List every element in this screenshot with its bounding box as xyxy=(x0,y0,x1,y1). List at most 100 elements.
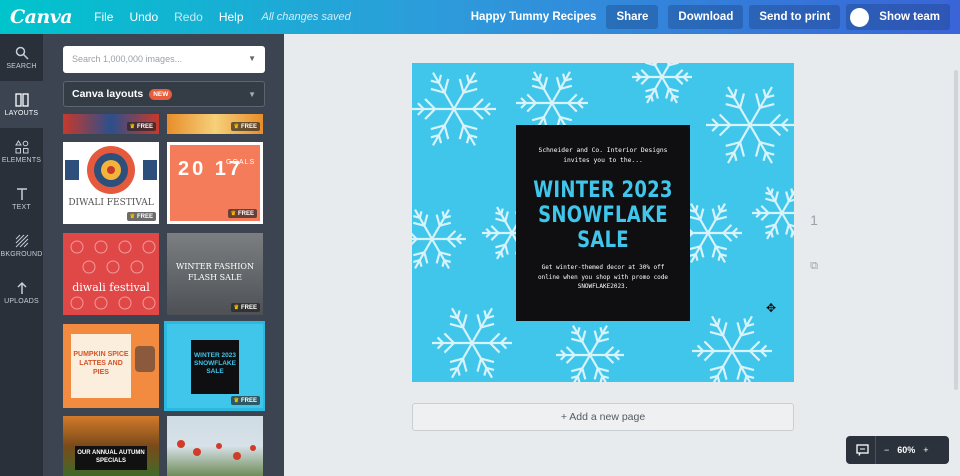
rail-search-label: SEARCH xyxy=(6,62,37,70)
menu-redo[interactable]: Redo xyxy=(174,10,203,24)
poppies-graphic xyxy=(177,440,256,460)
snowflake xyxy=(432,307,512,379)
layout-thumb-red-poppies[interactable] xyxy=(167,416,263,476)
thumb-title: PUMPKIN SPICE LATTES AND PIES xyxy=(73,351,129,376)
layouts-panel: Search 1,000,000 images... ▼ Canva layou… xyxy=(43,34,284,476)
download-button[interactable]: Download xyxy=(668,5,744,29)
save-status: All changes saved xyxy=(261,11,351,23)
page-controls: 1 ⧉ xyxy=(807,212,821,273)
thumb-title: WINTER 2023 SNOWFLAKE SALE xyxy=(194,352,236,375)
chevron-down-icon: ▼ xyxy=(248,89,256,99)
crown-icon: ♛ xyxy=(129,124,135,130)
thumb-title: OUR ANNUAL AUTUMN SPECIALS xyxy=(77,450,145,464)
design-text-card[interactable]: Schneider and Co. Interior Designs invit… xyxy=(516,125,690,321)
left-rail: SEARCH LAYOUTS ELEMENTS TEXT BKGROUND UP… xyxy=(0,34,43,476)
layout-thumbnails: ♛ FREE ♛ FREE DIWALI FESTIVAL ♛ FREE 20 17 … xyxy=(63,114,265,476)
send-to-print-button[interactable]: Send to print xyxy=(749,5,841,29)
upload-icon xyxy=(16,281,27,294)
design-canvas[interactable]: Schneider and Co. Interior Designs invit… xyxy=(412,63,794,382)
rail-elements[interactable]: ELEMENTS xyxy=(0,128,43,175)
free-badge: ♛ FREE xyxy=(230,396,260,405)
comment-icon[interactable] xyxy=(856,444,869,456)
layout-thumb-partial-1[interactable]: ♛ FREE xyxy=(63,114,159,134)
menu-file[interactable]: File xyxy=(94,10,113,24)
title-line-2: SNOWFLAKE xyxy=(538,203,668,228)
snowflake xyxy=(556,325,624,382)
rail-uploads-label: UPLOADS xyxy=(4,297,39,305)
divider xyxy=(875,436,876,464)
canva-logo[interactable]: Canva xyxy=(10,6,73,28)
menu-help[interactable]: Help xyxy=(219,10,244,24)
free-badge: ♛ FREE xyxy=(230,303,260,312)
chevron-down-icon: ▼ xyxy=(248,54,256,63)
thumb-title: WINTER FASHION FLASH SALE xyxy=(176,262,254,282)
show-team-button[interactable]: Show team xyxy=(846,4,950,30)
free-badge: ♛ FREE xyxy=(126,122,156,131)
layout-thumb-snowflake-sale[interactable]: WINTER 2023 SNOWFLAKE SALE ♛ FREE xyxy=(167,324,263,408)
snowflake xyxy=(706,86,794,164)
layout-thumb-diwali-festival[interactable]: DIWALI FESTIVAL ♛ FREE xyxy=(63,142,159,224)
background-icon xyxy=(15,234,28,247)
add-page-button[interactable]: + Add a new page xyxy=(412,403,794,431)
crown-icon: ♛ xyxy=(233,124,239,130)
layout-thumb-winter-fashion[interactable]: WINTER FASHION FLASH SALE ♛ FREE xyxy=(167,233,263,315)
snowflake xyxy=(412,72,496,146)
image-search-input[interactable]: Search 1,000,000 images... ▼ xyxy=(63,46,265,73)
snowflake xyxy=(752,186,794,240)
layout-thumb-partial-2[interactable]: ♛ FREE xyxy=(167,114,263,134)
title-line-1: WINTER 2023 xyxy=(533,178,673,203)
text-icon xyxy=(16,187,27,200)
rail-background[interactable]: BKGROUND xyxy=(0,222,43,269)
layout-thumb-autumn-specials[interactable]: OUR ANNUAL AUTUMN SPECIALS xyxy=(63,416,159,476)
search-icon xyxy=(15,46,29,60)
workspace: Schneider and Co. Interior Designs invit… xyxy=(284,34,960,476)
layout-source-select[interactable]: Canva layouts NEW ▼ xyxy=(63,81,265,107)
crown-icon: ♛ xyxy=(233,398,239,404)
free-badge: ♛ FREE xyxy=(230,122,260,131)
snowflake xyxy=(632,63,692,104)
rail-text-label: TEXT xyxy=(12,203,31,211)
layout-thumb-goals-2017[interactable]: 20 17 GOALS ♛ FREE xyxy=(167,142,263,224)
layout-source-label: Canva layouts xyxy=(72,88,144,100)
zoom-out-button[interactable]: − xyxy=(884,445,889,455)
design-title[interactable]: WINTER 2023 SNOWFLAKE SALE xyxy=(532,178,675,253)
rail-layouts-label: LAYOUTS xyxy=(4,109,39,117)
top-bar: Canva File Undo Redo Help All changes sa… xyxy=(0,0,960,34)
invite-text[interactable]: Schneider and Co. Interior Designs invit… xyxy=(516,146,690,166)
snowflake xyxy=(412,209,466,269)
cup-graphic xyxy=(135,346,155,372)
document-name[interactable]: Happy Tummy Recipes xyxy=(471,11,597,23)
elements-icon xyxy=(14,139,28,153)
top-bar-actions: Happy Tummy Recipes Share Download Send … xyxy=(471,0,960,34)
pattern-graphic xyxy=(70,240,156,310)
thumb-subtitle: GOALS xyxy=(226,159,256,166)
zoom-in-button[interactable]: + xyxy=(923,445,928,455)
crown-icon: ♛ xyxy=(230,211,236,217)
layouts-icon xyxy=(14,92,29,107)
rail-background-label: BKGROUND xyxy=(0,250,43,258)
workspace-scrollbar[interactable] xyxy=(954,70,958,390)
duplicate-page-icon[interactable]: ⧉ xyxy=(807,260,821,273)
rail-search[interactable]: SEARCH xyxy=(0,34,43,81)
rail-layouts[interactable]: LAYOUTS xyxy=(0,81,43,128)
layout-thumb-diwali-festival-red[interactable]: diwali festival xyxy=(63,233,159,315)
share-button[interactable]: Share xyxy=(606,5,659,29)
search-placeholder: Search 1,000,000 images... xyxy=(72,54,183,64)
move-cursor-icon: ✥ xyxy=(766,301,777,315)
free-badge: ♛ FREE xyxy=(227,209,257,218)
crown-icon: ♛ xyxy=(129,214,135,220)
page-number: 1 xyxy=(810,212,818,228)
zoom-level[interactable]: 60% xyxy=(897,445,915,455)
rail-uploads[interactable]: UPLOADS xyxy=(0,269,43,316)
avatar xyxy=(850,7,870,27)
rail-text[interactable]: TEXT xyxy=(0,175,43,222)
new-badge: NEW xyxy=(149,88,173,100)
layout-thumb-pumpkin-spice[interactable]: PUMPKIN SPICE LATTES AND PIES xyxy=(63,324,159,408)
menu-undo[interactable]: Undo xyxy=(129,10,158,24)
snowflake xyxy=(692,315,772,382)
show-team-label: Show team xyxy=(879,11,940,23)
design-body-text[interactable]: Get winter-themed decor at 30% off onlin… xyxy=(516,263,690,292)
free-badge: ♛ FREE xyxy=(126,212,156,221)
thumb-title: DIWALI FESTIVAL xyxy=(68,198,154,208)
crown-icon: ♛ xyxy=(233,305,239,311)
